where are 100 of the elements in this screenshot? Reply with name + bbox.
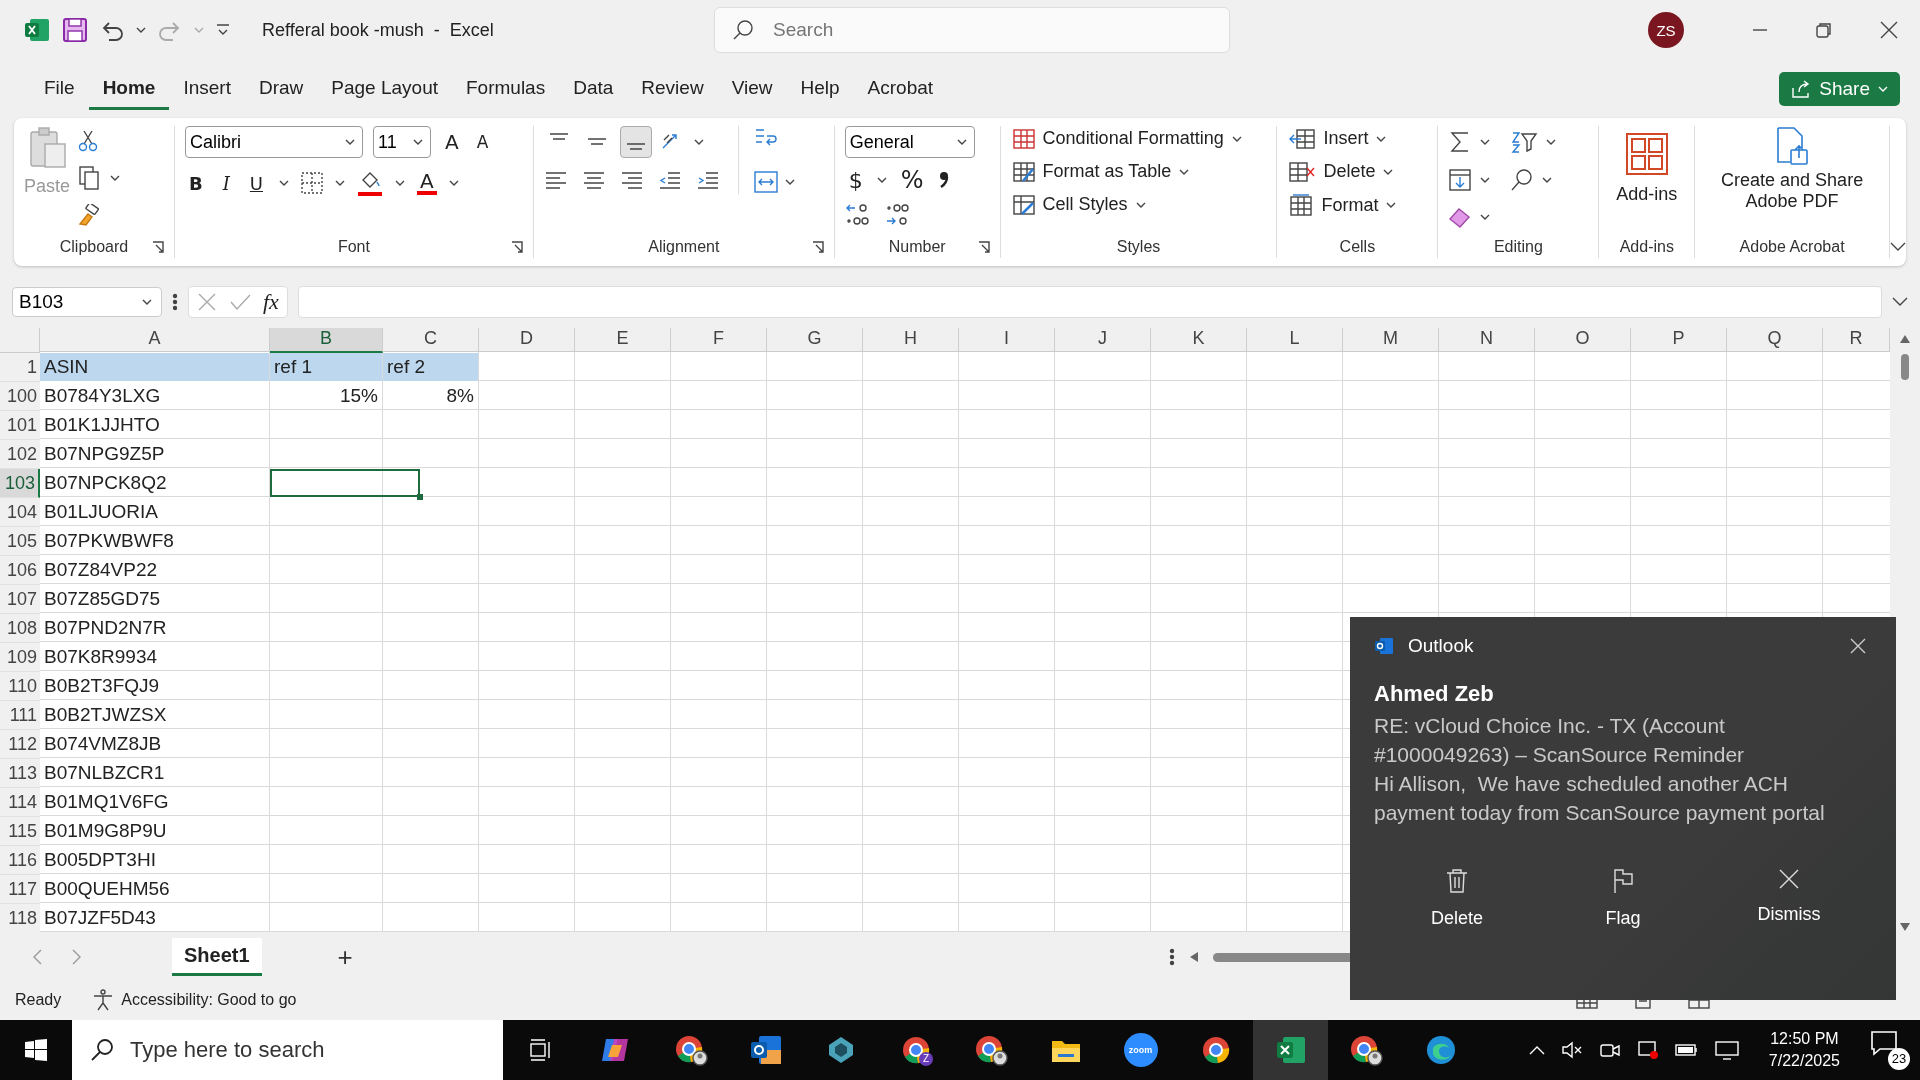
clock[interactable]: 12:50 PM 7/22/2025 (1768, 1028, 1840, 1072)
dialog-launcher-icon[interactable] (977, 241, 990, 253)
row-header[interactable]: 106 (0, 556, 40, 585)
caret-icon[interactable] (1546, 139, 1557, 145)
caret-icon[interactable] (136, 27, 146, 33)
font-size-field[interactable]: 11 (372, 126, 431, 158)
row-header[interactable]: 103 (0, 469, 40, 498)
caret-icon[interactable] (1383, 168, 1394, 175)
increase-indent-icon[interactable] (695, 170, 720, 190)
row-header[interactable]: 105 (0, 527, 40, 556)
row-header[interactable]: 117 (0, 875, 40, 904)
notifications-icon[interactable] (1870, 1030, 1898, 1056)
ribbon-tab[interactable]: Home (88, 68, 170, 110)
caret-icon[interactable] (1480, 139, 1491, 145)
caret-icon[interactable] (279, 180, 289, 186)
more-options-icon[interactable] (172, 293, 178, 311)
ribbon-tab[interactable]: Help (786, 68, 854, 110)
increase-decimal-icon[interactable] (844, 202, 871, 228)
share-button[interactable]: Share (1779, 72, 1900, 106)
active-cell[interactable] (270, 469, 420, 497)
caret-icon[interactable] (693, 139, 704, 145)
sheet-tab[interactable]: Sheet1 (172, 938, 262, 976)
dialog-launcher-icon[interactable] (811, 241, 824, 253)
ribbon-tab[interactable]: View (717, 68, 787, 110)
font-color-button[interactable]: A (417, 171, 437, 195)
grow-font-button[interactable]: A (440, 128, 463, 156)
dialog-launcher-icon[interactable] (510, 241, 523, 253)
ribbon-tab[interactable]: Insert (169, 68, 245, 110)
row-header[interactable]: 107 (0, 585, 40, 614)
align-left-icon[interactable] (543, 170, 568, 190)
caret-icon[interactable] (876, 177, 887, 183)
row-header[interactable]: 100 (0, 382, 40, 411)
add-ins-button[interactable]: Add-ins (1610, 126, 1684, 211)
scrollbar-thumb[interactable] (1901, 354, 1909, 380)
column-header[interactable]: F (671, 328, 767, 352)
dialog-launcher-icon[interactable] (151, 241, 164, 253)
align-right-icon[interactable] (619, 170, 644, 190)
currency-button[interactable]: $ (844, 165, 867, 195)
fill-color-icon[interactable] (357, 170, 383, 196)
taskbar-app[interactable]: Z (878, 1020, 953, 1080)
borders-icon[interactable] (301, 172, 323, 194)
column-header[interactable]: D (479, 328, 575, 352)
caret-icon[interactable] (1542, 177, 1553, 183)
ribbon-tab[interactable]: Formulas (452, 68, 560, 110)
bottom-align-icon[interactable] (619, 126, 652, 158)
column-header[interactable]: K (1151, 328, 1247, 352)
caret-icon[interactable] (448, 180, 459, 186)
sort-filter-icon[interactable] (1510, 130, 1539, 154)
ribbon-tab[interactable]: Page Layout (317, 68, 452, 110)
row-header[interactable]: 114 (0, 788, 40, 817)
merge-center-icon[interactable] (752, 170, 779, 194)
decrease-decimal-icon[interactable] (884, 202, 911, 228)
decrease-indent-icon[interactable] (657, 170, 682, 190)
fill-down-icon[interactable] (1448, 168, 1473, 192)
undo-icon[interactable] (100, 19, 124, 41)
styles-menu-button[interactable]: Cell Styles (1010, 192, 1267, 217)
restore-icon[interactable] (1816, 22, 1832, 38)
caret-icon[interactable] (1480, 214, 1491, 220)
more-options-icon[interactable] (1168, 948, 1175, 966)
caret-icon[interactable] (1231, 135, 1242, 142)
styles-menu-button[interactable]: Conditional Formatting (1010, 126, 1267, 151)
column-header[interactable]: N (1439, 328, 1535, 352)
percent-button[interactable]: % (896, 164, 928, 196)
column-header[interactable]: G (767, 328, 863, 352)
cells-menu-button[interactable]: Insert (1287, 126, 1428, 151)
comma-style-icon[interactable] (937, 170, 950, 190)
battery-icon[interactable] (1674, 1042, 1699, 1058)
scroll-left-icon[interactable] (1188, 951, 1199, 963)
row-header[interactable]: 109 (0, 643, 40, 672)
save-icon[interactable] (62, 17, 88, 43)
column-header[interactable]: M (1343, 328, 1439, 352)
format-painter-icon[interactable] (78, 204, 101, 226)
underline-button[interactable]: U (245, 170, 267, 196)
row-header[interactable]: 115 (0, 817, 40, 846)
row-header[interactable]: 104 (0, 498, 40, 527)
delete-button[interactable]: Delete (1382, 867, 1532, 930)
font-name-field[interactable]: Calibri (184, 126, 363, 158)
align-center-icon[interactable] (581, 170, 606, 190)
column-header[interactable]: E (575, 328, 671, 352)
search-icon[interactable] (1510, 168, 1535, 192)
cut-icon[interactable] (78, 130, 99, 152)
add-sheet-button[interactable]: + (331, 940, 359, 974)
copy-icon[interactable] (78, 166, 101, 190)
create-pdf-button[interactable]: Create and Share Adobe PDF (1712, 126, 1873, 212)
number-format-field[interactable]: General (844, 126, 975, 158)
column-header[interactable]: O (1535, 328, 1631, 352)
caret-icon[interactable] (1376, 135, 1387, 142)
scroll-up-icon[interactable] (1899, 334, 1911, 344)
user-avatar[interactable]: ZS (1648, 12, 1684, 48)
caret-icon[interactable] (110, 175, 121, 181)
column-header[interactable]: I (959, 328, 1055, 352)
collapse-ribbon-icon[interactable] (1890, 242, 1906, 252)
cells-menu-button[interactable]: Delete (1287, 159, 1428, 184)
close-icon[interactable] (1880, 21, 1898, 39)
column-header[interactable]: J (1055, 328, 1151, 352)
caret-icon[interactable] (335, 180, 345, 186)
row-header[interactable]: 111 (0, 701, 40, 730)
display-alert-icon[interactable] (1636, 1040, 1659, 1060)
column-header[interactable]: P (1631, 328, 1727, 352)
caret-icon[interactable] (1135, 201, 1146, 208)
